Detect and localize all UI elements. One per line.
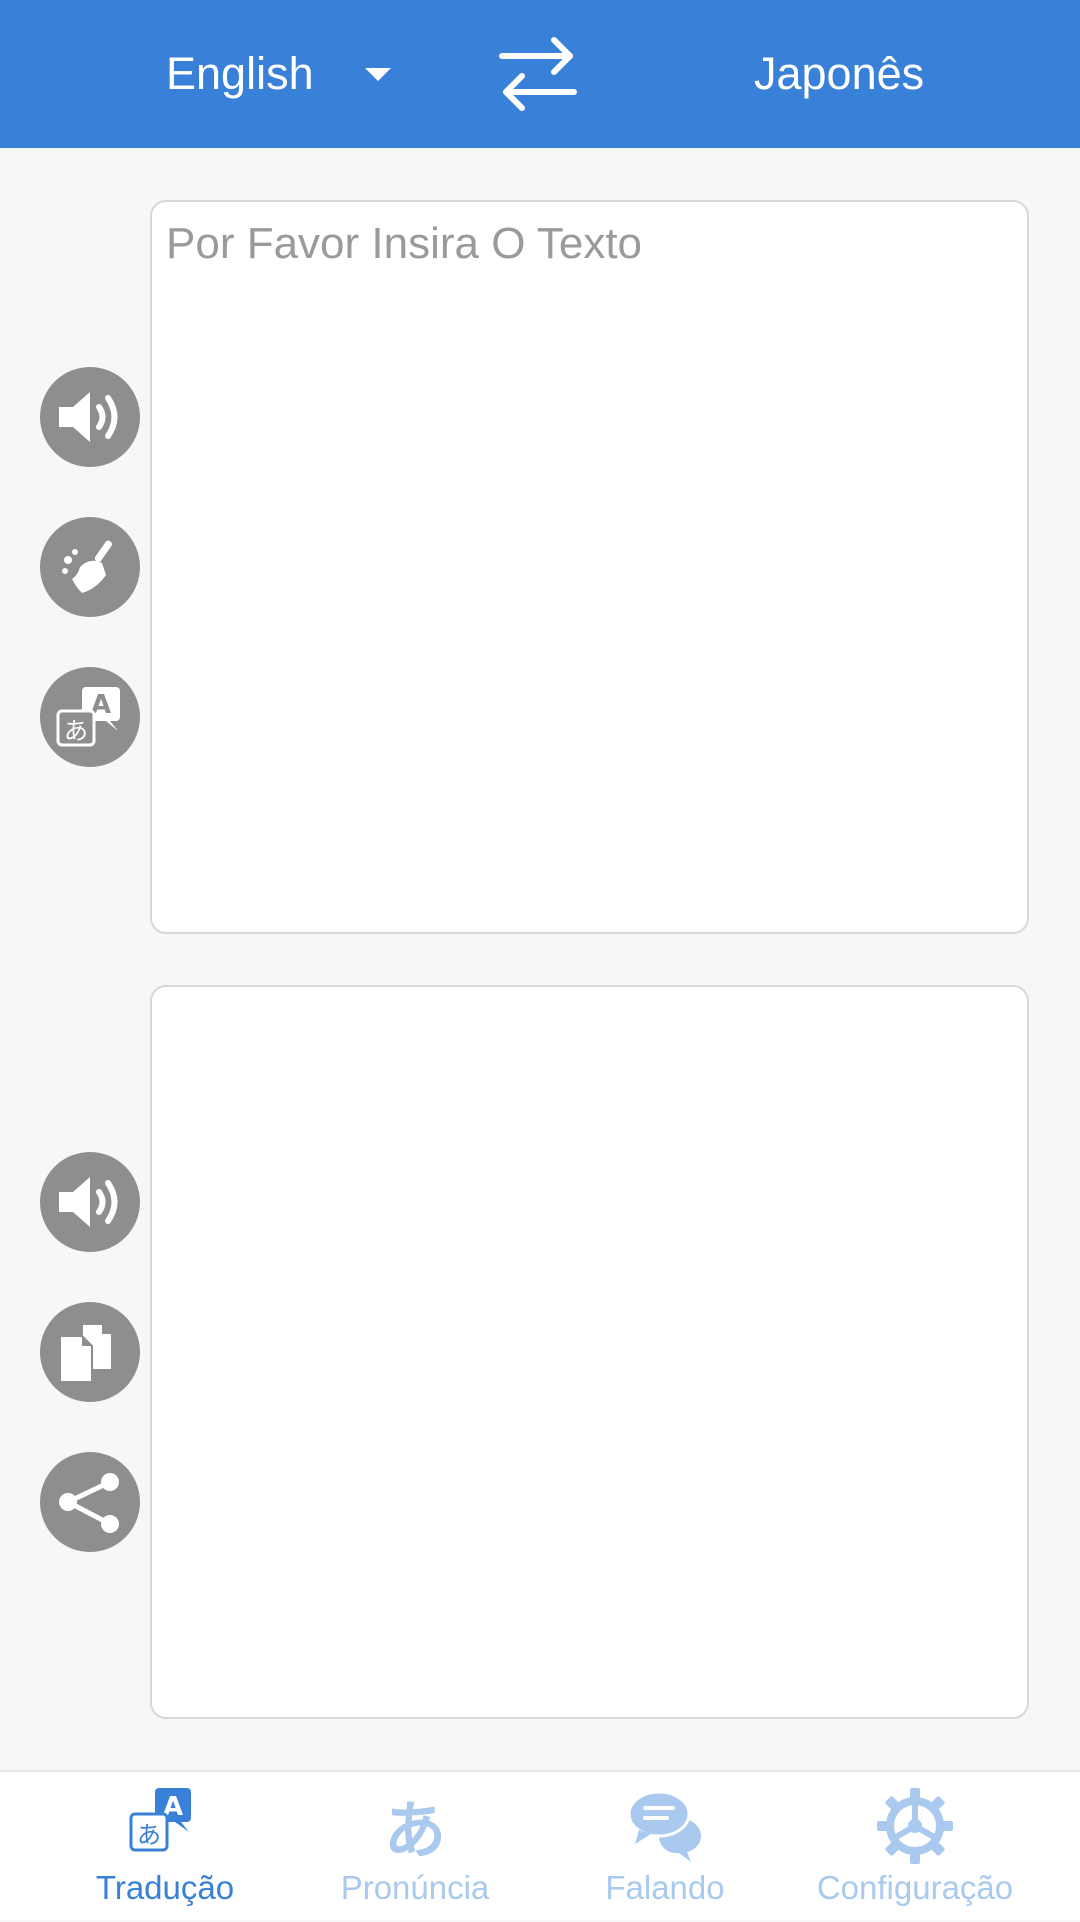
gear-icon: [877, 1788, 953, 1864]
tab-traducao-label: Tradução: [95, 1869, 235, 1906]
tab-traducao[interactable]: A あ Tradução: [30, 1772, 300, 1922]
top-bar: English Japonês: [0, 0, 1080, 148]
translate-icon: A あ: [56, 687, 120, 747]
translate-icon: A あ: [129, 1788, 191, 1852]
source-text-placeholder: Por Favor Insira O Texto: [166, 219, 643, 268]
tab-pronuncia[interactable]: あ Pronúncia: [280, 1772, 550, 1922]
tab-pronuncia-label: Pronúncia: [340, 1869, 490, 1906]
speak-translation-button[interactable]: [40, 1152, 140, 1252]
translate-button[interactable]: A あ: [40, 667, 140, 767]
hiragana-a-icon: あ: [384, 1794, 446, 1866]
swap-arrows-icon: [499, 37, 577, 111]
translation-output: [150, 985, 1029, 1719]
tab-falando-label: Falando: [605, 1869, 725, 1906]
source-text-input[interactable]: Por Favor Insira O Texto: [150, 200, 1029, 934]
clear-text-button[interactable]: [40, 517, 140, 617]
share-icon: [59, 1473, 119, 1533]
svg-text:あ: あ: [384, 1794, 446, 1866]
chat-bubbles-icon: [627, 1790, 701, 1862]
swap-languages-button[interactable]: [496, 34, 580, 114]
source-language-select[interactable]: English: [166, 44, 314, 104]
copy-icon: [59, 1323, 113, 1383]
tab-falando[interactable]: Falando: [530, 1772, 800, 1922]
speak-source-button[interactable]: [40, 367, 140, 467]
copy-translation-button[interactable]: [40, 1302, 140, 1402]
broom-icon: [62, 540, 112, 593]
target-language-select[interactable]: Japonês: [754, 44, 924, 104]
svg-text:あ: あ: [137, 1821, 161, 1849]
speaker-icon: [59, 392, 118, 442]
tab-configuracao-label: Configuração: [816, 1869, 1014, 1906]
share-translation-button[interactable]: [40, 1452, 140, 1552]
tab-configuracao[interactable]: Configuração: [780, 1772, 1050, 1922]
bottom-navigation: A あ Tradução あ Pronúncia Falando Configu…: [0, 1770, 1080, 1920]
svg-text:あ: あ: [64, 717, 88, 745]
caret-down-icon[interactable]: [365, 68, 391, 81]
speaker-icon: [59, 1177, 118, 1227]
